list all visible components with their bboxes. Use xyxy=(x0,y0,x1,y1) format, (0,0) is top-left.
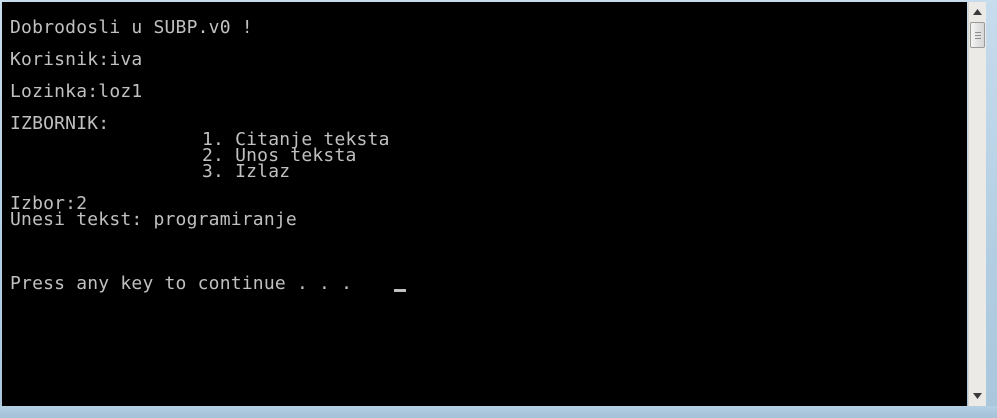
welcome-line: Dobrodosli u SUBP.v0 ! xyxy=(10,17,253,38)
menu-item-3: 3. Izlaz xyxy=(202,161,291,182)
console-output[interactable]: Dobrodosli u SUBP.v0 ! Korisnik:iva Lozi… xyxy=(2,2,967,406)
window-bottom-frame xyxy=(0,406,997,418)
input-text-line: Unesi tekst: programiranje xyxy=(10,209,297,230)
text-cursor xyxy=(394,289,406,292)
password-line: Lozinka:loz1 xyxy=(10,81,143,102)
user-line: Korisnik:iva xyxy=(10,49,143,70)
grip-line xyxy=(975,38,981,39)
vertical-scrollbar[interactable] xyxy=(968,2,986,406)
triangle-up-icon xyxy=(973,9,982,15)
triangle-down-icon xyxy=(973,393,982,399)
grip-line xyxy=(975,35,981,36)
scroll-up-button[interactable] xyxy=(969,4,986,20)
press-any-key-line: Press any key to continue . . . xyxy=(10,273,353,294)
scroll-thumb[interactable] xyxy=(970,22,985,48)
console-window: Dobrodosli u SUBP.v0 ! Korisnik:iva Lozi… xyxy=(0,0,997,418)
scroll-down-button[interactable] xyxy=(969,388,986,404)
menu-title: IZBORNIK: xyxy=(10,113,110,134)
grip-line xyxy=(975,32,981,33)
